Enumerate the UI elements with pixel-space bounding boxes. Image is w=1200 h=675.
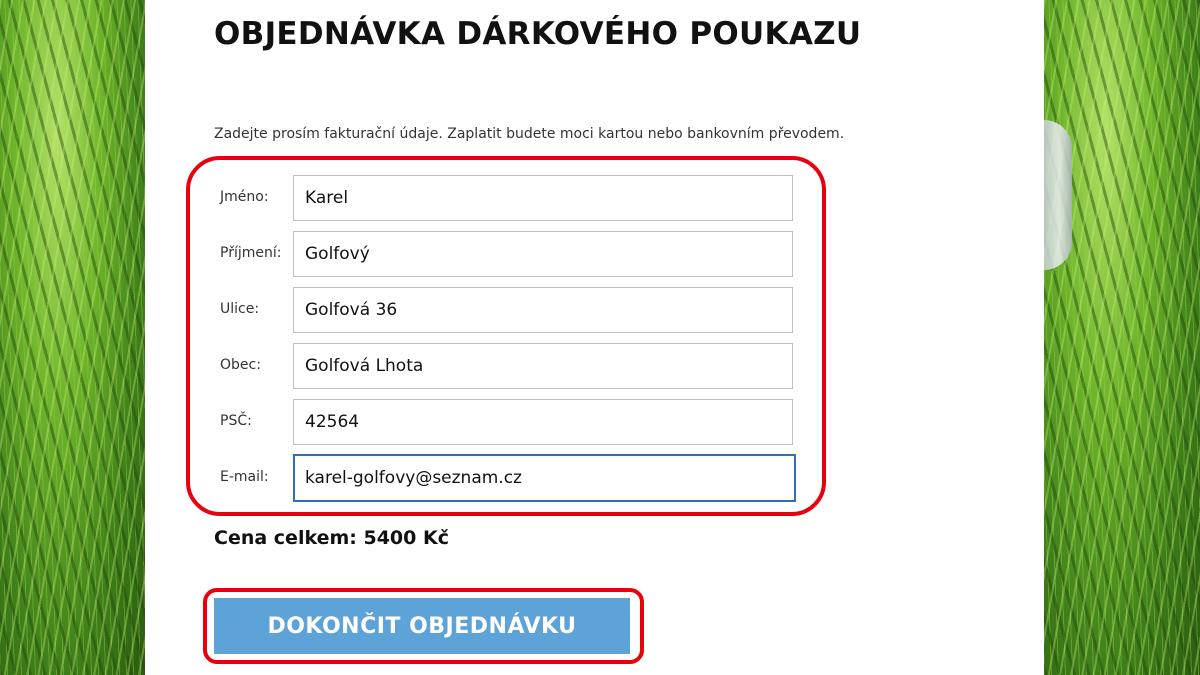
last-name-label: Příjmení: <box>220 245 282 261</box>
postal-code-input[interactable] <box>293 399 793 445</box>
field-row-postal-code: PSČ: <box>220 399 800 445</box>
complete-order-button[interactable]: DOKONČIT OBJEDNÁVKU <box>214 598 630 654</box>
first-name-input[interactable] <box>293 175 793 221</box>
postal-code-label: PSČ: <box>220 413 252 429</box>
total-price: Cena celkem: 5400 Kč <box>214 527 449 549</box>
field-row-first-name: Jméno: <box>220 175 800 221</box>
street-input[interactable] <box>293 287 793 333</box>
email-input[interactable] <box>293 454 796 502</box>
field-row-email: E-mail: <box>220 454 800 502</box>
order-panel: OBJEDNÁVKA DÁRKOVÉHO POUKAZU Zadejte pro… <box>145 0 1044 675</box>
city-label: Obec: <box>220 357 261 373</box>
street-label: Ulice: <box>220 301 260 317</box>
page-title: OBJEDNÁVKA DÁRKOVÉHO POUKAZU <box>214 16 862 52</box>
first-name-label: Jméno: <box>220 189 269 205</box>
intro-text: Zadejte prosím fakturační údaje. Zaplati… <box>214 126 845 142</box>
field-row-last-name: Příjmení: <box>220 231 800 277</box>
grass-background-left <box>0 0 145 675</box>
field-row-street: Ulice: <box>220 287 800 333</box>
grass-background-right <box>1044 0 1200 675</box>
last-name-input[interactable] <box>293 231 793 277</box>
city-input[interactable] <box>293 343 793 389</box>
field-row-city: Obec: <box>220 343 800 389</box>
email-label: E-mail: <box>220 469 269 485</box>
golf-ball-image <box>1044 120 1072 270</box>
